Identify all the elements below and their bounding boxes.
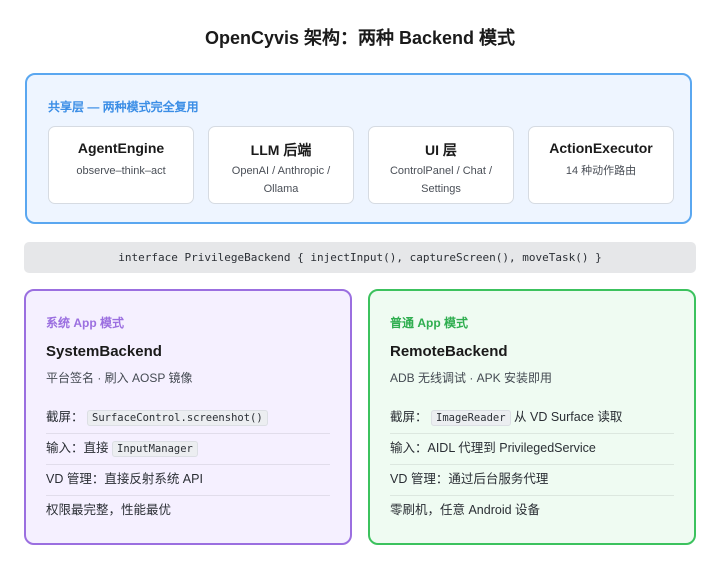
panel-backend-name: RemoteBackend (390, 343, 508, 360)
card-action-executor: ActionExecutor 14 种动作路由 (528, 126, 674, 204)
card-subtitle: OpenAI / Anthropic / Ollama (231, 165, 331, 195)
card-agent-engine: AgentEngine observe–think–act (48, 126, 194, 204)
panel-tag: 系统 App 模式 (46, 316, 124, 330)
row-screenshot: 截屏： ImageReader 从 VD Surface 读取 (390, 402, 674, 434)
row-no-flash: 零刷机，任意 Android 设备 (390, 503, 541, 517)
row-code: InputManager (112, 441, 198, 457)
shared-layer-label: 共享层 — 两种模式完全复用 (48, 100, 199, 114)
shared-layer-box: 共享层 — 两种模式完全复用 AgentEngine observe–think… (25, 73, 692, 224)
row-screenshot: 截屏： SurfaceControl.screenshot() (46, 402, 330, 434)
row-label: 截屏： (46, 410, 84, 424)
panel-description: 平台签名 · 刷入 AOSP 镜像 (46, 371, 193, 385)
row-suffix: 从 VD Surface 读取 (514, 410, 623, 424)
card-llm-backend: LLM 后端 OpenAI / Anthropic / Ollama (208, 126, 354, 204)
row-input: 输入：AIDL 代理到 PrivilegedService (390, 433, 674, 465)
row-input: 输入：直接 InputManager (46, 433, 330, 465)
normal-app-mode-panel: 普通 App 模式 RemoteBackend ADB 无线调试 · APK 安… (368, 289, 696, 545)
row-permissions: 权限最完整，性能最优 (46, 503, 172, 517)
panel-tag: 普通 App 模式 (390, 316, 468, 330)
system-app-mode-panel: 系统 App 模式 SystemBackend 平台签名 · 刷入 AOSP 镜… (24, 289, 352, 545)
interface-definition: interface PrivilegeBackend { injectInput… (24, 242, 696, 273)
panel-description: ADB 无线调试 · APK 安装即用 (390, 371, 553, 385)
card-subtitle: ControlPanel / Chat / Settings (389, 165, 493, 195)
diagram-title: OpenCyvis 架构：两种 Backend 模式 (204, 28, 516, 48)
panel-backend-name: SystemBackend (46, 343, 162, 360)
row-vd-management: VD 管理：直接反射系统 API (46, 464, 330, 496)
card-title: LLM 后端 (250, 142, 312, 158)
card-title: AgentEngine (77, 140, 165, 156)
row-code: SurfaceControl.screenshot() (87, 410, 268, 426)
card-subtitle: 14 种动作路由 (565, 165, 637, 177)
row-label: 截屏： (390, 410, 428, 424)
row-code: ImageReader (431, 410, 511, 426)
row-vd-management: VD 管理：通过后台服务代理 (390, 464, 674, 496)
row-label: 输入：直接 (46, 441, 109, 455)
card-title: UI 层 (425, 142, 457, 158)
card-subtitle: observe–think–act (76, 165, 166, 177)
card-ui-layer: UI 层 ControlPanel / Chat / Settings (368, 126, 514, 204)
card-title: ActionExecutor (549, 140, 653, 156)
